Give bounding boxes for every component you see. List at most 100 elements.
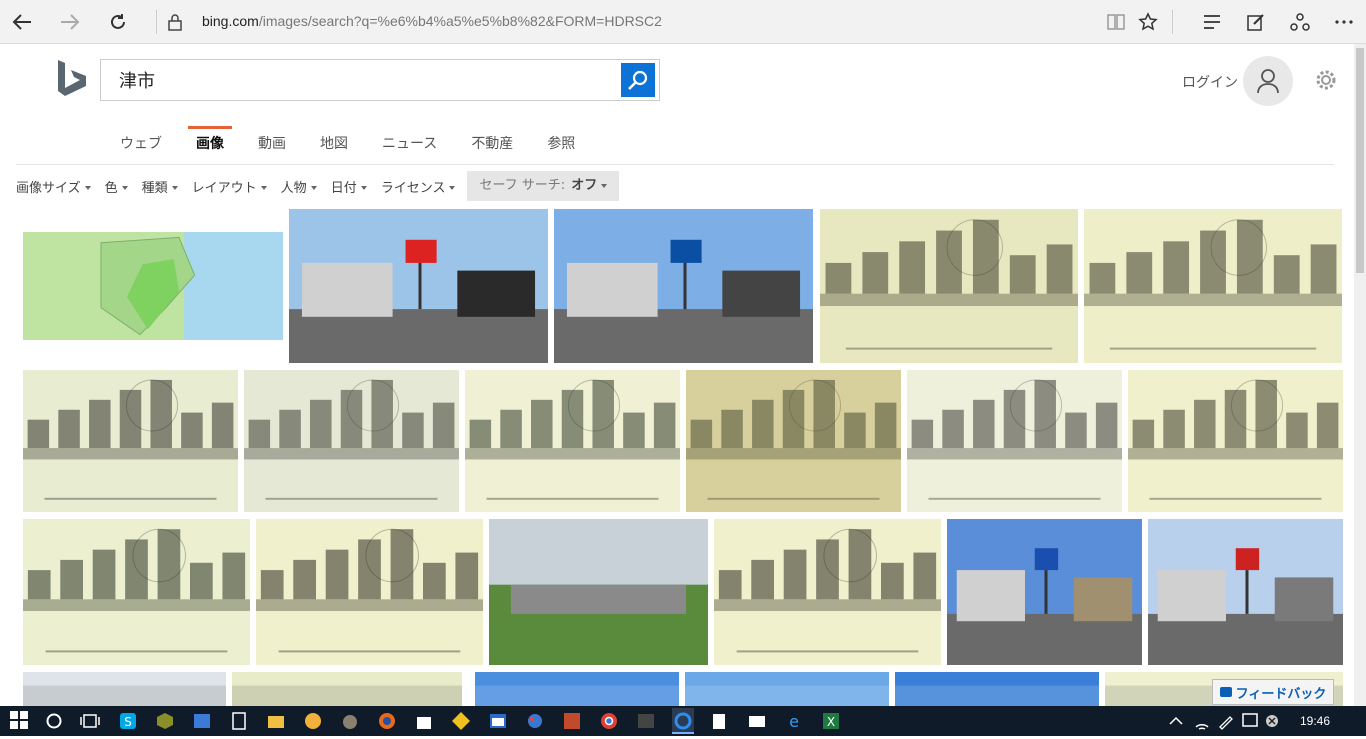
image-result[interactable]: [244, 370, 459, 512]
cube-app-icon[interactable]: [155, 711, 175, 731]
window-app-icon[interactable]: [488, 711, 508, 731]
divider: [16, 164, 1334, 165]
filter-date[interactable]: 日付: [331, 177, 367, 196]
scrollbar-thumb[interactable]: [1356, 48, 1364, 273]
notification-icon[interactable]: [1240, 711, 1260, 731]
avatar[interactable]: [1243, 56, 1293, 106]
chevron-down-icon: [360, 186, 367, 190]
favorite-star-icon[interactable]: [1132, 6, 1164, 38]
internet-explorer-icon[interactable]: e: [784, 711, 804, 731]
tab-web[interactable]: ウェブ: [120, 134, 162, 162]
lock-icon: [168, 13, 182, 31]
close-circle-icon[interactable]: [1262, 711, 1282, 731]
image-result[interactable]: [465, 370, 680, 512]
more-icon[interactable]: [1328, 6, 1360, 38]
login-link[interactable]: ログイン: [1182, 72, 1238, 92]
image-result[interactable]: [895, 672, 1099, 706]
image-result[interactable]: [820, 209, 1078, 363]
search-button[interactable]: [621, 63, 655, 97]
note-app-icon[interactable]: [303, 711, 323, 731]
image-result[interactable]: [23, 519, 250, 665]
tab-maps[interactable]: 地図: [320, 134, 348, 162]
image-result[interactable]: [714, 519, 941, 665]
image-result[interactable]: [489, 519, 708, 665]
skype-icon[interactable]: S: [118, 711, 138, 731]
bing-logo-icon[interactable]: [56, 58, 90, 98]
browser-toolbar: bing.com/images/search?q=%e6%b4%a5%e5%b8…: [0, 0, 1366, 44]
url-path: /images/search?q=%e6%b4%a5%e5%b8%82&FORM…: [258, 13, 662, 29]
tab-images[interactable]: 画像: [188, 126, 232, 162]
film-app-icon[interactable]: [229, 711, 249, 731]
filter-license[interactable]: ライセンス: [381, 177, 456, 196]
image-result[interactable]: [686, 370, 901, 512]
back-icon[interactable]: [6, 6, 38, 38]
vpn-app-icon[interactable]: [451, 711, 471, 731]
tab-videos[interactable]: 動画: [258, 134, 286, 162]
wifi-icon[interactable]: [1192, 711, 1212, 731]
user-icon: [1257, 69, 1279, 94]
reading-view-icon[interactable]: [1100, 6, 1132, 38]
search-input[interactable]: [119, 68, 599, 92]
address-bar[interactable]: bing.com/images/search?q=%e6%b4%a5%e5%b8…: [202, 13, 662, 29]
mail-app-icon[interactable]: [747, 711, 767, 731]
feedback-button[interactable]: フィードバック: [1212, 679, 1334, 705]
photos-app-icon[interactable]: [192, 711, 212, 731]
image-result[interactable]: [1148, 519, 1343, 665]
paint-app-icon[interactable]: [525, 711, 545, 731]
chevron-down-icon: [84, 186, 91, 190]
chevron-down-icon: [449, 186, 456, 190]
image-result[interactable]: [685, 672, 889, 706]
image-result[interactable]: [256, 519, 483, 665]
tab-reference[interactable]: 参照: [547, 134, 575, 162]
filter-people[interactable]: 人物: [281, 177, 317, 196]
search-box: [100, 59, 660, 101]
svg-text:X: X: [827, 715, 835, 729]
edge-icon[interactable]: [672, 708, 694, 734]
image-result[interactable]: [23, 672, 226, 706]
tool-app-icon[interactable]: [562, 711, 582, 731]
safesearch-dropdown[interactable]: セーフ サーチ: オフ: [467, 171, 620, 201]
forward-icon[interactable]: [54, 6, 86, 38]
store-icon[interactable]: [414, 711, 434, 731]
image-result[interactable]: [23, 232, 283, 340]
cards-app-icon[interactable]: [710, 711, 730, 731]
filter-color[interactable]: 色: [105, 177, 128, 196]
filter-layout[interactable]: レイアウト: [192, 177, 267, 196]
image-result[interactable]: [947, 519, 1142, 665]
chevron-down-icon: [121, 186, 128, 190]
tab-real-estate[interactable]: 不動産: [471, 134, 513, 162]
chevron-down-icon: [171, 186, 178, 190]
task-view-icon[interactable]: [80, 711, 100, 731]
file-explorer-icon[interactable]: [266, 711, 286, 731]
refresh-icon[interactable]: [102, 6, 134, 38]
image-result[interactable]: [23, 370, 238, 512]
pen-icon[interactable]: [1216, 711, 1236, 731]
news-app-icon[interactable]: [636, 711, 656, 731]
image-result[interactable]: [907, 370, 1122, 512]
web-note-icon[interactable]: [1240, 6, 1272, 38]
scrollbar[interactable]: [1354, 44, 1366, 706]
cortana-icon[interactable]: [44, 711, 64, 731]
chrome-icon[interactable]: [599, 711, 619, 731]
excel-icon[interactable]: X: [821, 711, 841, 731]
tab-news[interactable]: ニュース: [382, 134, 437, 162]
image-result[interactable]: [1084, 209, 1342, 363]
chevron-up-icon[interactable]: [1168, 711, 1188, 731]
speech-bubble-icon: [1219, 687, 1232, 697]
gear-icon[interactable]: [1314, 68, 1338, 92]
windows-start-icon[interactable]: [10, 711, 30, 731]
image-result[interactable]: [554, 209, 813, 363]
url-host: bing.com: [202, 13, 259, 29]
clock[interactable]: 19:46: [1300, 714, 1330, 728]
hub-icon[interactable]: [1196, 6, 1228, 38]
image-result[interactable]: [1128, 370, 1343, 512]
image-result[interactable]: [232, 672, 462, 706]
image-result[interactable]: [475, 672, 679, 706]
gimp-icon[interactable]: [340, 711, 360, 731]
image-result[interactable]: [289, 209, 548, 363]
share-icon[interactable]: [1284, 6, 1316, 38]
firefox-icon[interactable]: [377, 711, 397, 731]
filter-type[interactable]: 種類: [142, 177, 178, 196]
chevron-down-icon: [310, 186, 317, 190]
filter-image-size[interactable]: 画像サイズ: [16, 177, 91, 196]
